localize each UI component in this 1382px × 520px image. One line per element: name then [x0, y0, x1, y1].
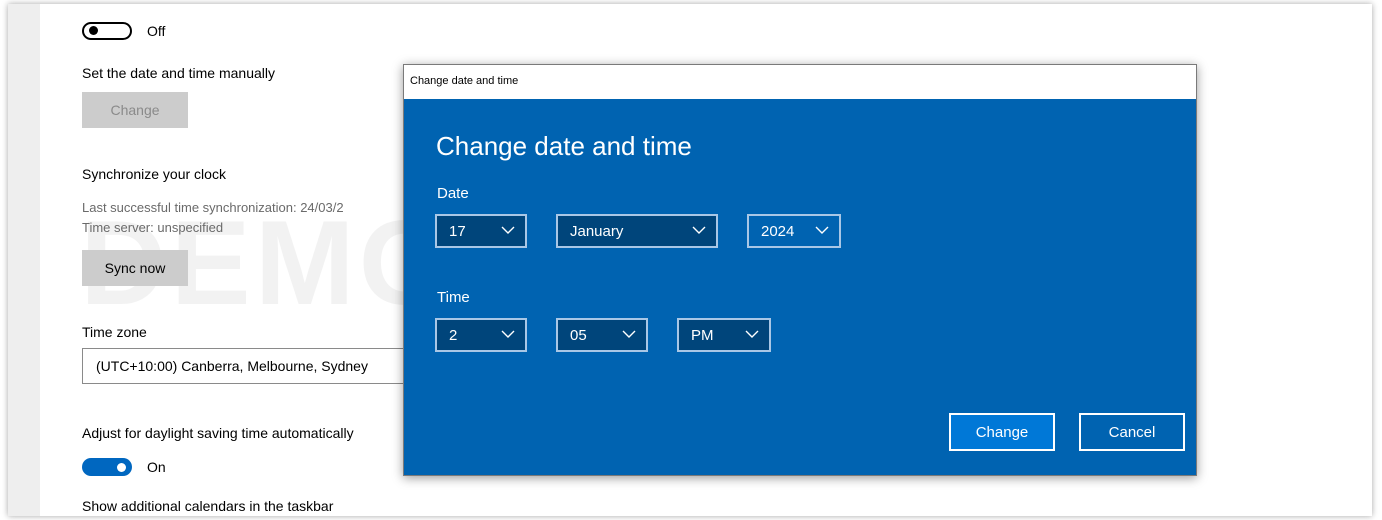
time-label: Time [437, 289, 470, 306]
year-value: 2024 [761, 223, 795, 240]
time-zone-value: (UTC+10:00) Canberra, Melbourne, Sydney [96, 358, 368, 374]
minute-value: 05 [570, 327, 587, 344]
dialog-change-button[interactable]: Change [949, 413, 1055, 451]
dialog-titlebar[interactable]: Change date and time [404, 65, 1196, 99]
toggle-knob [89, 26, 98, 35]
change-date-time-dialog: Change date and time Change date and tim… [403, 64, 1197, 476]
toggle-knob [117, 462, 126, 472]
hour-value: 2 [449, 327, 458, 344]
daylight-saving-state: On [147, 459, 166, 475]
dialog-heading: Change date and time [436, 131, 692, 161]
am-pm-dropdown[interactable]: PM [677, 318, 771, 352]
chevron-down-icon [815, 226, 829, 234]
chevron-down-icon [692, 226, 706, 234]
chevron-down-icon [501, 226, 515, 234]
set-time-automatically-toggle[interactable] [82, 22, 132, 40]
chevron-down-icon [622, 330, 636, 338]
time-zone-label: Time zone [82, 324, 147, 340]
year-dropdown[interactable]: 2024 [747, 214, 841, 248]
chevron-down-icon [501, 330, 515, 338]
chevron-down-icon [745, 330, 759, 338]
change-date-time-button[interactable]: Change [82, 92, 188, 128]
date-label: Date [437, 185, 469, 202]
time-zone-select[interactable]: (UTC+10:00) Canberra, Melbourne, Sydney [82, 348, 442, 384]
month-dropdown[interactable]: January [556, 214, 718, 248]
dialog-body: Change date and time Date 17 January 202… [404, 99, 1196, 475]
am-pm-value: PM [691, 327, 714, 344]
set-time-automatically-state: Off [147, 23, 166, 39]
settings-window: DEMO VERSION Off Set the date and time m… [8, 4, 1372, 516]
last-sync-text: Last successful time synchronization: 24… [82, 200, 344, 215]
dialog-cancel-button[interactable]: Cancel [1079, 413, 1185, 451]
daylight-saving-toggle[interactable] [82, 458, 132, 476]
sync-clock-heading: Synchronize your clock [82, 166, 226, 182]
daylight-saving-label: Adjust for daylight saving time automati… [82, 425, 354, 441]
nav-strip [8, 4, 40, 516]
sync-now-button[interactable]: Sync now [82, 250, 188, 286]
time-server-text: Time server: unspecified [82, 220, 224, 235]
set-time-manually-label: Set the date and time manually [82, 65, 276, 81]
additional-calendars-label: Show additional calendars in the taskbar [82, 498, 334, 514]
minute-dropdown[interactable]: 05 [556, 318, 648, 352]
hour-dropdown[interactable]: 2 [435, 318, 527, 352]
month-value: January [570, 223, 624, 240]
day-value: 17 [449, 223, 466, 240]
day-dropdown[interactable]: 17 [435, 214, 527, 248]
